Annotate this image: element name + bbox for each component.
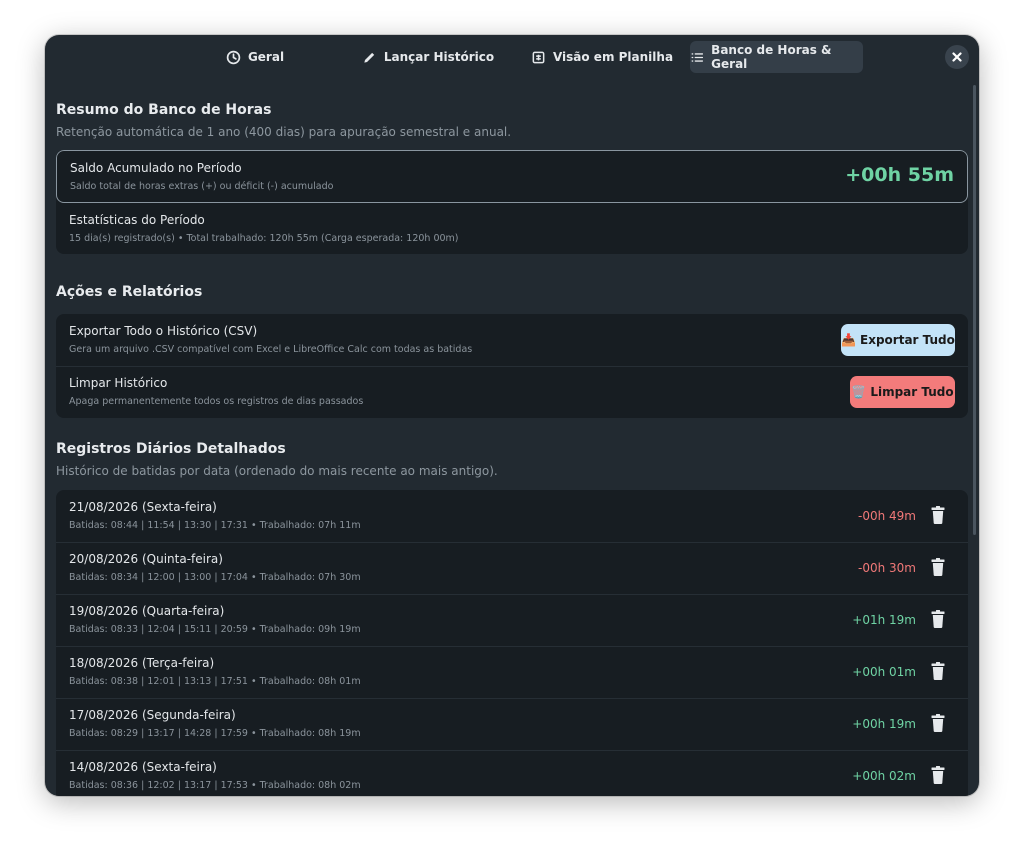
record-row: 20/08/2026 (Quinta-feira) Batidas: 08:34… xyxy=(56,542,968,594)
balance-description: Saldo total de horas extras (+) ou défic… xyxy=(70,181,334,192)
delete-record-button[interactable] xyxy=(931,714,945,732)
balance-label: Saldo Acumulado no Período xyxy=(70,161,242,175)
records-card: 21/08/2026 (Sexta-feira) Batidas: 08:44 … xyxy=(56,490,968,796)
clear-all-button[interactable]: 🗑️ Limpar Tudo xyxy=(850,376,955,408)
record-detail: Batidas: 08:33 | 12:04 | 15:11 | 20:59 •… xyxy=(69,624,361,635)
wastebasket-icon: 🗑️ xyxy=(851,385,867,399)
trash-icon xyxy=(931,610,945,628)
actions-title: Ações e Relatórios xyxy=(56,284,203,300)
tab-label: Lançar Histórico xyxy=(383,50,495,64)
table-icon xyxy=(532,51,545,63)
record-detail: Batidas: 08:38 | 12:01 | 13:13 | 17:51 •… xyxy=(69,676,361,687)
trash-icon xyxy=(931,714,945,732)
record-date: 19/08/2026 (Quarta-feira) xyxy=(69,604,225,618)
record-date: 18/08/2026 (Terça-feira) xyxy=(69,656,215,670)
trash-icon xyxy=(931,558,945,576)
tab-visao-planilha[interactable]: Visão em Planilha xyxy=(527,41,677,73)
records-title: Registros Diários Detalhados xyxy=(56,441,286,457)
clock-icon xyxy=(226,50,241,64)
clear-row: Limpar Histórico Apaga permanentemente t… xyxy=(56,366,968,418)
summary-title: Resumo do Banco de Horas xyxy=(56,102,272,118)
tab-label: Banco de Horas & Geral xyxy=(711,43,832,71)
record-balance: +00h 02m xyxy=(852,769,916,783)
summary-card: Saldo Acumulado no Período Saldo total d… xyxy=(56,150,968,254)
record-row: 17/08/2026 (Segunda-feira) Batidas: 08:2… xyxy=(56,698,968,750)
balance-value: +00h 55m xyxy=(845,164,954,186)
trash-icon xyxy=(931,662,945,680)
delete-record-button[interactable] xyxy=(931,610,945,628)
stats-description: 15 dia(s) registrado(s) • Total trabalha… xyxy=(69,233,459,244)
tab-bar: Geral Lançar Histórico Visão em Planilha… xyxy=(45,35,979,79)
record-row: 14/08/2026 (Sexta-feira) Batidas: 08:36 … xyxy=(56,750,968,796)
delete-record-button[interactable] xyxy=(931,662,945,680)
trash-icon xyxy=(931,506,945,524)
export-description: Gera um arquivo .CSV compatível com Exce… xyxy=(69,344,473,355)
record-detail: Batidas: 08:34 | 12:00 | 13:00 | 17:04 •… xyxy=(69,572,361,583)
stats-row: Estatísticas do Período 15 dia(s) regist… xyxy=(56,203,968,254)
record-detail: Batidas: 08:36 | 12:02 | 13:17 | 17:53 •… xyxy=(69,780,361,791)
record-balance: -00h 30m xyxy=(858,561,916,575)
inbox-tray-icon: 📥 xyxy=(841,333,857,347)
list-icon xyxy=(691,52,704,62)
record-row: 19/08/2026 (Quarta-feira) Batidas: 08:33… xyxy=(56,594,968,646)
export-row: Exportar Todo o Histórico (CSV) Gera um … xyxy=(56,314,968,366)
tab-lancar-historico[interactable]: Lançar Histórico xyxy=(353,41,503,73)
balance-row: Saldo Acumulado no Período Saldo total d… xyxy=(56,150,968,203)
delete-record-button[interactable] xyxy=(931,506,945,524)
clear-description: Apaga permanentemente todos os registros… xyxy=(69,396,364,407)
record-balance: +01h 19m xyxy=(852,613,916,627)
tab-label: Visão em Planilha xyxy=(552,50,674,64)
delete-record-button[interactable] xyxy=(931,766,945,784)
clear-button-label: Limpar Tudo xyxy=(870,385,954,399)
tab-geral[interactable]: Geral xyxy=(205,41,305,73)
clear-label: Limpar Histórico xyxy=(69,376,168,390)
summary-subtitle: Retenção automática de 1 ano (400 dias) … xyxy=(56,125,512,139)
record-date: 20/08/2026 (Quinta-feira) xyxy=(69,552,223,566)
record-row: 18/08/2026 (Terça-feira) Batidas: 08:38 … xyxy=(56,646,968,698)
trash-icon xyxy=(931,766,945,784)
record-balance: +00h 19m xyxy=(852,717,916,731)
dialog-window: Geral Lançar Histórico Visão em Planilha… xyxy=(45,35,979,796)
record-date: 17/08/2026 (Segunda-feira) xyxy=(69,708,236,722)
stats-label: Estatísticas do Período xyxy=(69,213,205,227)
record-balance: -00h 49m xyxy=(858,509,916,523)
record-date: 14/08/2026 (Sexta-feira) xyxy=(69,760,217,774)
records-subtitle: Histórico de batidas por data (ordenado … xyxy=(56,464,498,478)
scrollbar[interactable] xyxy=(973,85,976,535)
export-all-button[interactable]: 📥 Exportar Tudo xyxy=(841,324,955,356)
pencil-icon xyxy=(364,52,375,63)
record-row: 21/08/2026 (Sexta-feira) Batidas: 08:44 … xyxy=(56,490,968,542)
tab-banco-horas[interactable]: Banco de Horas & Geral xyxy=(690,41,863,73)
export-button-label: Exportar Tudo xyxy=(860,333,955,347)
record-balance: +00h 01m xyxy=(852,665,916,679)
close-icon xyxy=(952,52,962,62)
close-button[interactable] xyxy=(945,45,969,69)
delete-record-button[interactable] xyxy=(931,558,945,576)
export-label: Exportar Todo o Histórico (CSV) xyxy=(69,324,258,338)
record-detail: Batidas: 08:29 | 13:17 | 14:28 | 17:59 •… xyxy=(69,728,361,739)
tab-label: Geral xyxy=(247,50,285,64)
actions-card: Exportar Todo o Histórico (CSV) Gera um … xyxy=(56,314,968,418)
record-detail: Batidas: 08:44 | 11:54 | 13:30 | 17:31 •… xyxy=(69,520,361,531)
record-date: 21/08/2026 (Sexta-feira) xyxy=(69,500,217,514)
